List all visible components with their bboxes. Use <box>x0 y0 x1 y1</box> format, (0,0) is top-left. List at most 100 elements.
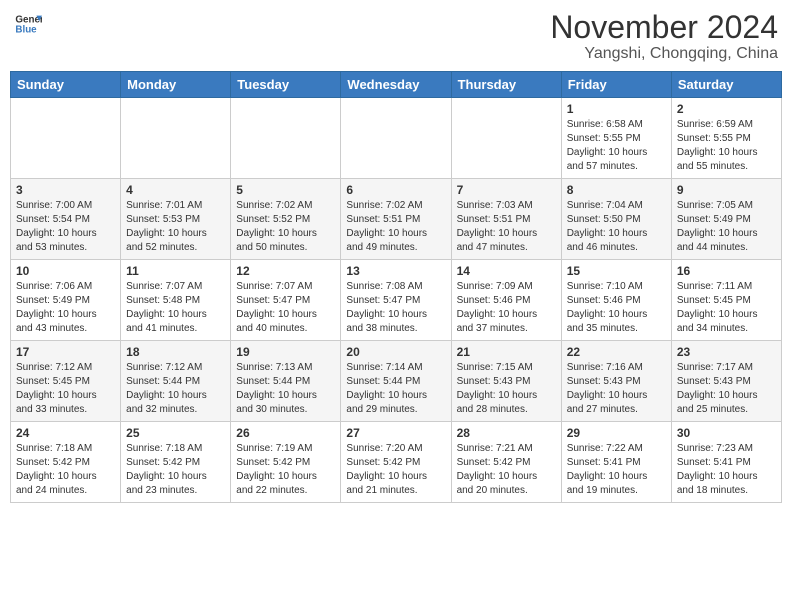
logo-icon: General Blue <box>14 10 42 38</box>
calendar-cell: 26 Sunrise: 7:19 AM Sunset: 5:42 PM Dayli… <box>231 422 341 503</box>
day-number: 18 <box>126 345 225 359</box>
day-info: Sunrise: 7:05 AM Sunset: 5:49 PM Dayligh… <box>677 199 776 255</box>
month-title: November 2024 <box>550 10 778 45</box>
day-number: 4 <box>126 183 225 197</box>
calendar-cell <box>231 98 341 179</box>
day-info: Sunrise: 7:02 AM Sunset: 5:51 PM Dayligh… <box>346 199 445 255</box>
weekday-header: Thursday <box>451 72 561 98</box>
day-info: Sunrise: 7:22 AM Sunset: 5:41 PM Dayligh… <box>567 442 666 498</box>
calendar-cell: 8Sunrise: 7:04 AM Sunset: 5:50 PM Daylig… <box>561 179 671 260</box>
day-info: Sunrise: 7:01 AM Sunset: 5:53 PM Dayligh… <box>126 199 225 255</box>
day-info: Sunrise: 7:13 AM Sunset: 5:44 PM Dayligh… <box>236 361 335 417</box>
day-info: Sunrise: 7:14 AM Sunset: 5:44 PM Dayligh… <box>346 361 445 417</box>
day-number: 14 <box>457 264 556 278</box>
day-number: 3 <box>16 183 115 197</box>
calendar-cell: 16 Sunrise: 7:11 AM Sunset: 5:45 PM Dayli… <box>671 260 781 341</box>
calendar-cell: 24Sunrise: 7:18 AM Sunset: 5:42 PM Dayli… <box>11 422 121 503</box>
day-number: 19 <box>236 345 335 359</box>
calendar-cell: 9 Sunrise: 7:05 AM Sunset: 5:49 PM Daylig… <box>671 179 781 260</box>
logo: General Blue <box>14 10 42 38</box>
calendar-week-row: 17 Sunrise: 7:12 AM Sunset: 5:45 PM Dayli… <box>11 341 782 422</box>
weekday-header: Tuesday <box>231 72 341 98</box>
day-number: 10 <box>16 264 115 278</box>
calendar-cell <box>341 98 451 179</box>
day-info: Sunrise: 6:58 AM Sunset: 5:55 PM Dayligh… <box>567 118 666 174</box>
day-info: Sunrise: 7:18 AM Sunset: 5:42 PM Dayligh… <box>126 442 225 498</box>
weekday-header: Saturday <box>671 72 781 98</box>
day-info: Sunrise: 7:12 AM Sunset: 5:44 PM Dayligh… <box>126 361 225 417</box>
day-info: Sunrise: 7:17 AM Sunset: 5:43 PM Dayligh… <box>677 361 776 417</box>
calendar-cell: 23 Sunrise: 7:17 AM Sunset: 5:43 PM Dayli… <box>671 341 781 422</box>
calendar-table: SundayMondayTuesdayWednesdayThursdayFrid… <box>10 71 782 503</box>
calendar-header-row: SundayMondayTuesdayWednesdayThursdayFrid… <box>11 72 782 98</box>
day-info: Sunrise: 7:21 AM Sunset: 5:42 PM Dayligh… <box>457 442 556 498</box>
calendar-week-row: 1 Sunrise: 6:58 AM Sunset: 5:55 PM Daylig… <box>11 98 782 179</box>
day-info: Sunrise: 7:09 AM Sunset: 5:46 PM Dayligh… <box>457 280 556 336</box>
calendar-cell: 4 Sunrise: 7:01 AM Sunset: 5:53 PM Daylig… <box>121 179 231 260</box>
day-info: Sunrise: 7:11 AM Sunset: 5:45 PM Dayligh… <box>677 280 776 336</box>
calendar-cell: 14 Sunrise: 7:09 AM Sunset: 5:46 PM Dayli… <box>451 260 561 341</box>
day-number: 5 <box>236 183 335 197</box>
day-info: Sunrise: 7:10 AM Sunset: 5:46 PM Dayligh… <box>567 280 666 336</box>
calendar-cell: 3 Sunrise: 7:00 AM Sunset: 5:54 PM Daylig… <box>11 179 121 260</box>
day-number: 11 <box>126 264 225 278</box>
day-number: 7 <box>457 183 556 197</box>
calendar-cell: 18 Sunrise: 7:12 AM Sunset: 5:44 PM Dayli… <box>121 341 231 422</box>
day-number: 9 <box>677 183 776 197</box>
day-info: Sunrise: 7:06 AM Sunset: 5:49 PM Dayligh… <box>16 280 115 336</box>
day-number: 21 <box>457 345 556 359</box>
day-info: Sunrise: 6:59 AM Sunset: 5:55 PM Dayligh… <box>677 118 776 174</box>
calendar-cell: 19 Sunrise: 7:13 AM Sunset: 5:44 PM Dayli… <box>231 341 341 422</box>
calendar-cell: 28 Sunrise: 7:21 AM Sunset: 5:42 PM Dayli… <box>451 422 561 503</box>
day-number: 17 <box>16 345 115 359</box>
day-number: 29 <box>567 426 666 440</box>
calendar-cell: 6 Sunrise: 7:02 AM Sunset: 5:51 PM Daylig… <box>341 179 451 260</box>
day-info: Sunrise: 7:08 AM Sunset: 5:47 PM Dayligh… <box>346 280 445 336</box>
day-number: 20 <box>346 345 445 359</box>
calendar-cell: 12Sunrise: 7:07 AM Sunset: 5:47 PM Dayli… <box>231 260 341 341</box>
day-number: 15 <box>567 264 666 278</box>
calendar-cell <box>451 98 561 179</box>
day-number: 13 <box>346 264 445 278</box>
day-number: 6 <box>346 183 445 197</box>
calendar-cell: 11Sunrise: 7:07 AM Sunset: 5:48 PM Dayli… <box>121 260 231 341</box>
day-info: Sunrise: 7:03 AM Sunset: 5:51 PM Dayligh… <box>457 199 556 255</box>
calendar-cell: 17 Sunrise: 7:12 AM Sunset: 5:45 PM Dayli… <box>11 341 121 422</box>
day-info: Sunrise: 7:18 AM Sunset: 5:42 PM Dayligh… <box>16 442 115 498</box>
day-info: Sunrise: 7:16 AM Sunset: 5:43 PM Dayligh… <box>567 361 666 417</box>
weekday-header: Sunday <box>11 72 121 98</box>
day-number: 28 <box>457 426 556 440</box>
calendar-cell: 13 Sunrise: 7:08 AM Sunset: 5:47 PM Dayli… <box>341 260 451 341</box>
calendar-cell: 5Sunrise: 7:02 AM Sunset: 5:52 PM Daylig… <box>231 179 341 260</box>
day-info: Sunrise: 7:19 AM Sunset: 5:42 PM Dayligh… <box>236 442 335 498</box>
day-number: 26 <box>236 426 335 440</box>
calendar-cell: 10 Sunrise: 7:06 AM Sunset: 5:49 PM Dayli… <box>11 260 121 341</box>
calendar-cell: 2Sunrise: 6:59 AM Sunset: 5:55 PM Daylig… <box>671 98 781 179</box>
calendar-cell: 22 Sunrise: 7:16 AM Sunset: 5:43 PM Dayli… <box>561 341 671 422</box>
day-number: 27 <box>346 426 445 440</box>
day-info: Sunrise: 7:15 AM Sunset: 5:43 PM Dayligh… <box>457 361 556 417</box>
calendar-week-row: 3 Sunrise: 7:00 AM Sunset: 5:54 PM Daylig… <box>11 179 782 260</box>
day-info: Sunrise: 7:00 AM Sunset: 5:54 PM Dayligh… <box>16 199 115 255</box>
calendar-cell: 1 Sunrise: 6:58 AM Sunset: 5:55 PM Daylig… <box>561 98 671 179</box>
calendar-cell: 29 Sunrise: 7:22 AM Sunset: 5:41 PM Dayli… <box>561 422 671 503</box>
day-info: Sunrise: 7:12 AM Sunset: 5:45 PM Dayligh… <box>16 361 115 417</box>
calendar-cell: 21 Sunrise: 7:15 AM Sunset: 5:43 PM Dayli… <box>451 341 561 422</box>
day-number: 30 <box>677 426 776 440</box>
page-header: General Blue November 2024 Yangshi, Chon… <box>10 10 782 63</box>
title-section: November 2024 Yangshi, Chongqing, China <box>550 10 778 63</box>
day-info: Sunrise: 7:23 AM Sunset: 5:41 PM Dayligh… <box>677 442 776 498</box>
day-number: 23 <box>677 345 776 359</box>
svg-text:Blue: Blue <box>15 24 37 35</box>
calendar-cell <box>11 98 121 179</box>
day-number: 25 <box>126 426 225 440</box>
day-number: 1 <box>567 102 666 116</box>
day-number: 12 <box>236 264 335 278</box>
weekday-header: Monday <box>121 72 231 98</box>
calendar-cell: 27Sunrise: 7:20 AM Sunset: 5:42 PM Dayli… <box>341 422 451 503</box>
day-number: 22 <box>567 345 666 359</box>
day-number: 16 <box>677 264 776 278</box>
calendar-cell: 7 Sunrise: 7:03 AM Sunset: 5:51 PM Daylig… <box>451 179 561 260</box>
day-info: Sunrise: 7:04 AM Sunset: 5:50 PM Dayligh… <box>567 199 666 255</box>
calendar-cell: 20 Sunrise: 7:14 AM Sunset: 5:44 PM Dayli… <box>341 341 451 422</box>
